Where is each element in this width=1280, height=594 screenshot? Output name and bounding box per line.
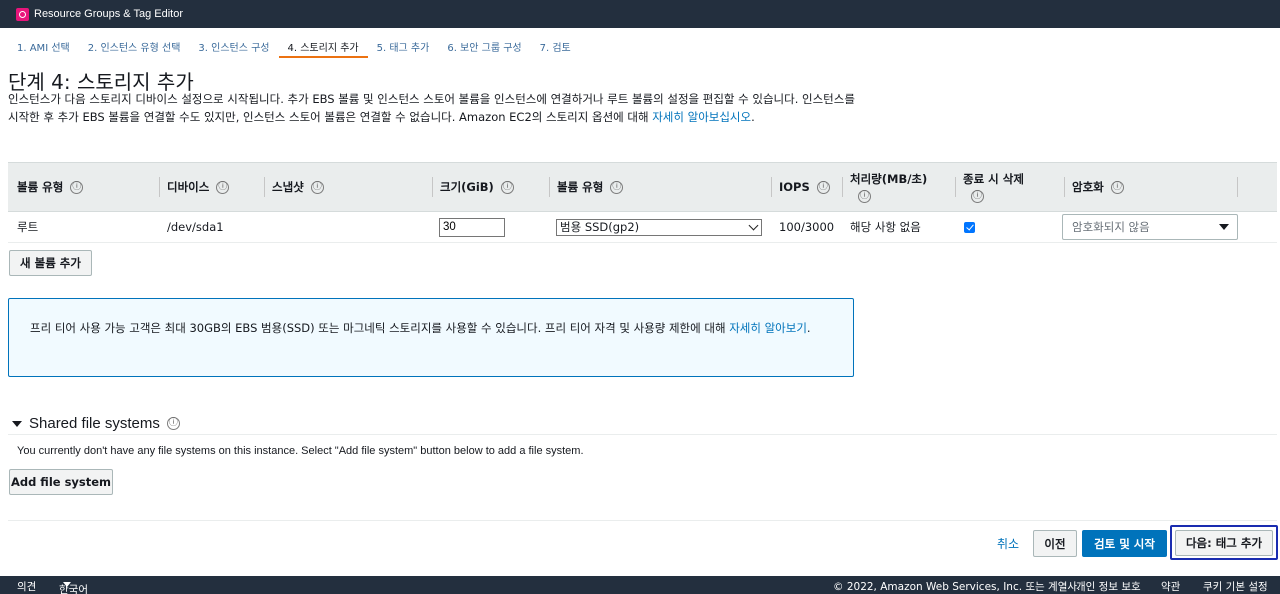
terms-link[interactable]: 약관 bbox=[1161, 579, 1180, 594]
top-bar: Resource Groups & Tag Editor bbox=[0, 0, 1280, 28]
col-throughput-label: 처리량(MB/초) bbox=[850, 172, 928, 186]
info-icon[interactable]: ⓘ bbox=[971, 190, 984, 203]
col-size: 크기(GiB) ⓘ bbox=[432, 163, 514, 211]
caret-down-icon bbox=[63, 582, 71, 587]
cell-volume-kind: 범용 SSD(gp2) bbox=[556, 212, 762, 242]
notice-text: 프리 티어 사용 가능 고객은 최대 30GB의 EBS 범용(SSD) 또는 … bbox=[30, 321, 730, 335]
info-icon[interactable]: ⓘ bbox=[70, 180, 84, 194]
col-size-label: 크기(GiB) bbox=[440, 180, 494, 194]
caret-down-icon bbox=[1219, 224, 1229, 230]
cell-throughput: 해당 사항 없음 bbox=[850, 220, 921, 234]
step-add-tags[interactable]: 5. 태그 추가 bbox=[368, 36, 439, 58]
step-add-storage[interactable]: 4. 스토리지 추가 bbox=[278, 36, 368, 58]
col-snapshot: 스냅샷 ⓘ bbox=[264, 163, 324, 211]
col-device: 디바이스 ⓘ bbox=[158, 163, 230, 211]
shared-file-systems-title: Shared file systems bbox=[29, 415, 160, 432]
free-tier-notice: 프리 티어 사용 가능 고객은 최대 30GB의 EBS 범용(SSD) 또는 … bbox=[8, 298, 854, 377]
col-delete-label: 종료 시 삭제 bbox=[963, 172, 1024, 186]
page-description: 인스턴스가 다음 스토리지 디바이스 설정으로 시작됩니다. 추가 EBS 볼륨… bbox=[8, 91, 868, 126]
info-icon[interactable]: ⓘ bbox=[610, 180, 624, 194]
cell-device: /dev/sda1 bbox=[167, 220, 224, 234]
step-security-group[interactable]: 6. 보안 그룹 구성 bbox=[438, 36, 530, 58]
previous-button[interactable]: 이전 bbox=[1033, 530, 1077, 557]
storage-table-header: 볼륨 유형 ⓘ 디바이스 ⓘ 스냅샷 ⓘ 크기(GiB) ⓘ 볼륨 유형 ⓘ IOPS ⓘ … bbox=[8, 162, 1277, 212]
col-volume-type: 볼륨 유형 ⓘ bbox=[17, 163, 84, 211]
info-icon[interactable]: ⓘ bbox=[858, 190, 871, 203]
col-volume-kind-label: 볼륨 유형 bbox=[557, 180, 604, 194]
info-icon[interactable]: ⓘ bbox=[216, 180, 230, 194]
cell-encryption: 암호화되지 않음 bbox=[1062, 214, 1238, 240]
col-iops-label: IOPS bbox=[779, 180, 810, 194]
info-icon[interactable]: ⓘ bbox=[816, 180, 830, 194]
col-volume-kind: 볼륨 유형 ⓘ bbox=[548, 163, 624, 211]
col-device-label: 디바이스 bbox=[167, 180, 210, 194]
divider bbox=[8, 520, 1277, 521]
col-snapshot-label: 스냅샷 bbox=[272, 180, 304, 194]
volume-type-value: 범용 SSD(gp2) bbox=[560, 220, 640, 234]
col-divider bbox=[1237, 177, 1238, 197]
size-input[interactable] bbox=[439, 217, 505, 237]
divider bbox=[8, 434, 1277, 435]
encryption-select[interactable]: 암호화되지 않음 bbox=[1062, 214, 1238, 240]
copyright: © 2022, Amazon Web Services, Inc. 또는 계열사… bbox=[833, 581, 1081, 593]
volume-type-select[interactable]: 범용 SSD(gp2) bbox=[556, 218, 762, 236]
step-configure-instance[interactable]: 3. 인스턴스 구성 bbox=[189, 36, 278, 58]
add-file-system-button[interactable]: Add file system bbox=[9, 469, 113, 495]
info-icon[interactable]: ⓘ bbox=[166, 417, 180, 430]
privacy-link[interactable]: 개인 정보 보호 bbox=[1076, 579, 1141, 594]
info-icon[interactable]: ⓘ bbox=[310, 180, 324, 194]
col-throughput: 처리량(MB/초) ⓘ bbox=[841, 163, 928, 211]
delete-on-termination-checkbox[interactable] bbox=[964, 221, 975, 233]
review-and-launch-button[interactable]: 검토 및 시작 bbox=[1082, 530, 1167, 557]
step-ami[interactable]: 1. AMI 선택 bbox=[8, 36, 79, 58]
resource-groups-icon bbox=[16, 7, 29, 21]
cell-iops: 100/3000 bbox=[779, 220, 835, 234]
col-delete-on-termination: 종료 시 삭제 ⓘ bbox=[955, 163, 1024, 211]
app-title: Resource Groups & Tag Editor bbox=[34, 8, 183, 20]
cancel-link[interactable]: 취소 bbox=[997, 535, 1019, 552]
add-volume-button[interactable]: 새 볼륨 추가 bbox=[9, 250, 92, 276]
col-encryption-label: 암호화 bbox=[1072, 180, 1104, 194]
info-icon[interactable]: ⓘ bbox=[500, 180, 514, 194]
col-encryption: 암호화 ⓘ bbox=[1064, 163, 1124, 211]
step-review[interactable]: 7. 검토 bbox=[531, 36, 580, 58]
learn-more-storage-link[interactable]: 자세히 알아보십시오 bbox=[652, 110, 751, 124]
notice-end: . bbox=[806, 321, 811, 335]
step-instance-type[interactable]: 2. 인스턴스 유형 선택 bbox=[79, 36, 190, 58]
next-add-tags-button-focus[interactable]: 다음: 태그 추가 bbox=[1170, 525, 1278, 560]
cell-volume-type: 루트 bbox=[17, 220, 39, 234]
cell-size bbox=[439, 212, 505, 242]
learn-more-free-tier-link[interactable]: 자세히 알아보기 bbox=[729, 321, 807, 335]
cookie-preferences-link[interactable]: 쿠키 기본 설정 bbox=[1203, 579, 1268, 594]
chevron-down-icon bbox=[748, 220, 759, 230]
shared-file-systems-message: You currently don't have any file system… bbox=[17, 445, 584, 457]
cell-delete-on-termination bbox=[964, 212, 975, 242]
feedback-link[interactable]: 의견 bbox=[17, 579, 36, 594]
footer: 의견 한국어 © 2022, Amazon Web Services, Inc.… bbox=[0, 576, 1280, 594]
wizard-steps: 1. AMI 선택 2. 인스턴스 유형 선택 3. 인스턴스 구성 4. 스토… bbox=[8, 36, 580, 58]
description-end: . bbox=[751, 109, 755, 124]
next-add-tags-button[interactable]: 다음: 태그 추가 bbox=[1175, 529, 1273, 556]
caret-down-icon[interactable] bbox=[12, 421, 22, 427]
col-volume-type-label: 볼륨 유형 bbox=[17, 180, 64, 194]
table-row: 루트 /dev/sda1 범용 SSD(gp2) 100/3000 해당 사항 … bbox=[8, 212, 1277, 243]
encryption-value: 암호화되지 않음 bbox=[1072, 220, 1150, 234]
info-icon[interactable]: ⓘ bbox=[1110, 180, 1124, 194]
shared-file-systems-header[interactable]: Shared file systems ⓘ bbox=[29, 415, 180, 432]
col-iops: IOPS ⓘ bbox=[771, 163, 830, 211]
